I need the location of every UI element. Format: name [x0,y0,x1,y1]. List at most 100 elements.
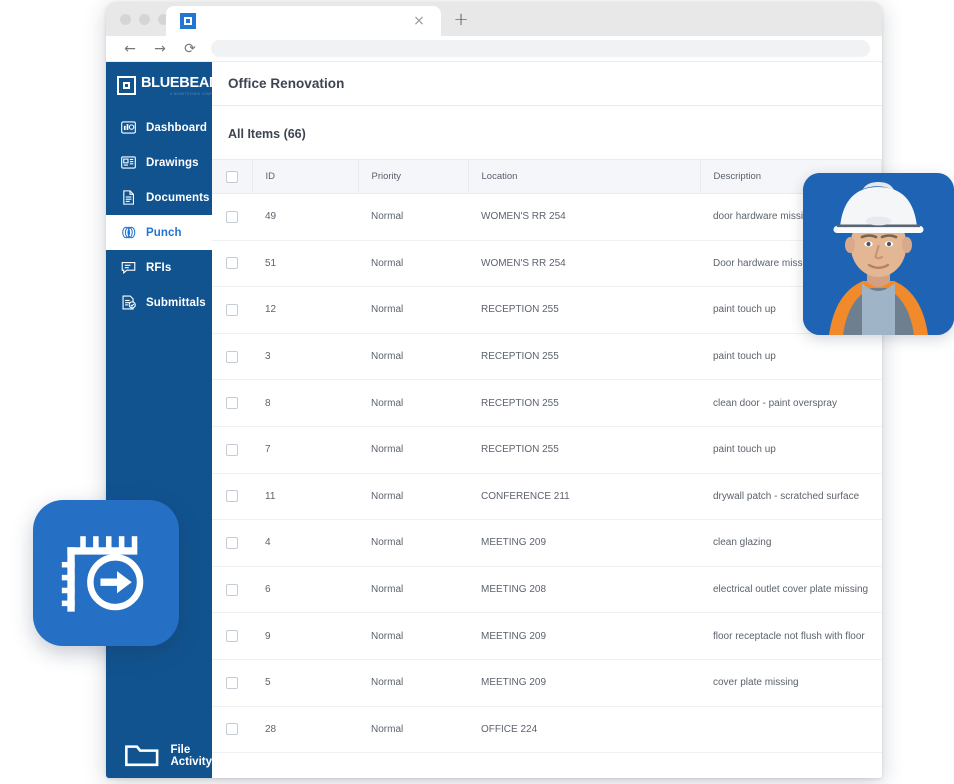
dashboard-icon [120,119,137,136]
punch-items-table: ID Priority Location Description 49Norma… [212,159,882,753]
sidebar-item-label: Documents [146,192,210,204]
new-tab-button[interactable]: + [451,10,471,30]
sidebar-item-rfis[interactable]: RFIs [106,250,212,285]
bluebeam-revu-app-icon[interactable] [33,500,179,646]
minimize-window-button[interactable] [139,14,150,25]
table-row[interactable]: 28NormalOFFICE 224 [212,706,882,753]
sidebar-item-punch[interactable]: Punch [106,215,212,250]
cell-description: drywall patch - scratched surface [700,473,882,520]
cell-description: paint touch up [700,333,882,380]
table-row[interactable]: 12NormalRECEPTION 255paint touch up [212,287,882,334]
column-header-id[interactable]: ID [252,160,358,194]
table-row[interactable]: 9NormalMEETING 209floor receptacle not f… [212,613,882,660]
sidebar-nav: Dashboard Drawings [106,110,212,320]
cell-description: paint touch up [700,426,882,473]
row-select-cell[interactable] [212,520,252,567]
row-select-cell[interactable] [212,426,252,473]
cell-location: MEETING 209 [468,659,700,706]
row-checkbox[interactable] [226,304,238,316]
sidebar-item-label: Punch [146,227,182,239]
table-row[interactable]: 8NormalRECEPTION 255clean door - paint o… [212,380,882,427]
column-header-priority[interactable]: Priority [358,160,468,194]
row-select-cell[interactable] [212,333,252,380]
table-row[interactable]: 7NormalRECEPTION 255paint touch up [212,426,882,473]
row-select-cell[interactable] [212,659,252,706]
select-all-checkbox[interactable] [226,171,238,183]
row-checkbox[interactable] [226,723,238,735]
row-select-cell[interactable] [212,287,252,334]
reload-icon[interactable]: ⟳ [179,38,201,60]
close-tab-icon[interactable]: × [411,13,427,29]
bluebeam-logo-icon [117,76,136,95]
cell-location: MEETING 209 [468,520,700,567]
cell-id: 11 [252,473,358,520]
sidebar-item-file-activity[interactable]: File Activity [106,734,212,778]
table-row[interactable]: 6NormalMEETING 208electrical outlet cove… [212,566,882,613]
folder-icon [122,736,161,775]
cell-description: cover plate missing [700,659,882,706]
table-row[interactable]: 5NormalMEETING 209cover plate missing [212,659,882,706]
close-window-button[interactable] [120,14,131,25]
table-row[interactable]: 3NormalRECEPTION 255paint touch up [212,333,882,380]
sidebar: BLUEBEAM A NEMETSCHEK COMPANY Dashboard [106,62,212,778]
construction-worker-avatar [803,173,954,335]
table-row[interactable]: 11NormalCONFERENCE 211drywall patch - sc… [212,473,882,520]
punch-icon [120,224,137,241]
sidebar-item-submittals[interactable]: Submittals [106,285,212,320]
punch-items-table-wrapper: ID Priority Location Description 49Norma… [212,159,882,753]
sidebar-item-documents[interactable]: Documents [106,180,212,215]
row-checkbox[interactable] [226,351,238,363]
row-checkbox[interactable] [226,490,238,502]
row-select-cell[interactable] [212,473,252,520]
select-all-header[interactable] [212,160,252,194]
row-checkbox[interactable] [226,257,238,269]
row-select-cell[interactable] [212,566,252,613]
row-select-cell[interactable] [212,380,252,427]
row-checkbox[interactable] [226,397,238,409]
cell-priority: Normal [358,426,468,473]
ruler-arrow-icon [60,527,152,619]
page-header: Office Renovation [212,62,882,106]
cell-id: 12 [252,287,358,334]
row-checkbox[interactable] [226,584,238,596]
row-checkbox[interactable] [226,537,238,549]
row-select-cell[interactable] [212,240,252,287]
brand-logo[interactable]: BLUEBEAM A NEMETSCHEK COMPANY [106,62,212,104]
cell-id: 9 [252,613,358,660]
main-content: Office Renovation All Items (66) [212,62,882,778]
table-row[interactable]: 49NormalWOMEN'S RR 254door hardware miss… [212,194,882,241]
row-checkbox[interactable] [226,211,238,223]
cell-description: electrical outlet cover plate missing [700,566,882,613]
sidebar-item-dashboard[interactable]: Dashboard [106,110,212,145]
cell-description: floor receptacle not flush with floor [700,613,882,660]
file-activity-label-line2: Activity [170,756,212,769]
cell-priority: Normal [358,520,468,567]
back-icon[interactable]: ← [119,38,141,60]
row-select-cell[interactable] [212,194,252,241]
submittals-icon [120,294,137,311]
cell-location: MEETING 208 [468,566,700,613]
table-row[interactable]: 51NormalWOMEN'S RR 254Door hardware miss… [212,240,882,287]
row-select-cell[interactable] [212,706,252,753]
table-row[interactable]: 4NormalMEETING 209clean glazing [212,520,882,567]
forward-icon[interactable]: → [149,38,171,60]
sidebar-item-label: Drawings [146,157,199,169]
cell-id: 3 [252,333,358,380]
cell-location: CONFERENCE 211 [468,473,700,520]
cell-description: clean glazing [700,520,882,567]
column-header-location[interactable]: Location [468,160,700,194]
browser-tab[interactable]: × [166,6,441,36]
row-checkbox[interactable] [226,677,238,689]
window-controls[interactable] [120,14,169,25]
row-checkbox[interactable] [226,630,238,642]
cell-id: 7 [252,426,358,473]
app-shell: BLUEBEAM A NEMETSCHEK COMPANY Dashboard [106,62,882,778]
cell-location: RECEPTION 255 [468,333,700,380]
address-bar-input[interactable] [211,40,870,57]
cell-id: 8 [252,380,358,427]
cell-location: RECEPTION 255 [468,380,700,427]
sidebar-item-drawings[interactable]: Drawings [106,145,212,180]
row-checkbox[interactable] [226,444,238,456]
cell-priority: Normal [358,473,468,520]
row-select-cell[interactable] [212,613,252,660]
